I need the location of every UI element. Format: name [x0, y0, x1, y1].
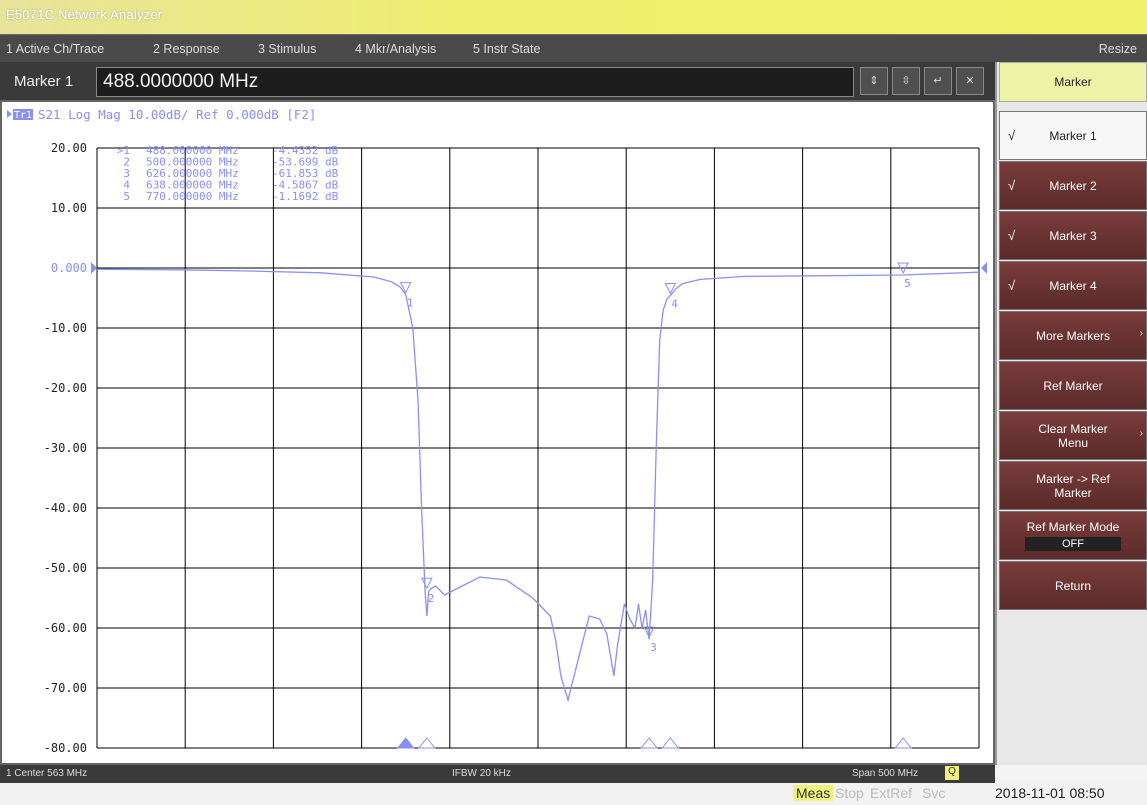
- date-time: 2018-11-01 08:50: [995, 785, 1105, 801]
- submenu-arrow-icon: ›: [1139, 428, 1143, 439]
- y-tick-label: -50.00: [44, 561, 87, 575]
- if-bandwidth: IFBW 20 kHz: [452, 768, 511, 779]
- window-title-bar: E5071C Network Analyzer: [0, 0, 1147, 34]
- stimulus-marker-icon: [894, 737, 913, 749]
- softkey-marker-3[interactable]: √ Marker 3: [999, 211, 1147, 260]
- y-tick-label: -20.00: [44, 381, 87, 395]
- checkmark-icon: √: [1008, 178, 1016, 193]
- stimulus-marker-icon: [396, 737, 415, 749]
- menu-item-stimulus[interactable]: 3 Stimulus: [258, 42, 316, 56]
- menu-bar: 1 Active Ch/Trace 2 Response 3 Stimulus …: [0, 34, 1147, 63]
- spin-up-down-icon[interactable]: ⇕: [860, 67, 888, 95]
- marker-label: 4: [671, 298, 678, 311]
- window-title: E5071C Network Analyzer: [6, 7, 163, 22]
- y-tick-label: -40.00: [44, 501, 87, 515]
- softkey-marker-to-ref-marker[interactable]: Marker -> Ref Marker: [999, 461, 1147, 510]
- ref-marker-mode-value: OFF: [1025, 537, 1121, 551]
- resize-button[interactable]: Resize: [1099, 42, 1137, 56]
- softkey-marker-2[interactable]: √ Marker 2: [999, 161, 1147, 210]
- q-indicator: Q: [945, 766, 959, 780]
- active-trace-arrow-icon: [7, 110, 12, 118]
- marker-entry-bar: Marker 1 488.0000000 MHz ⇕ ⇳ ↵ ✕: [0, 62, 995, 100]
- y-tick-label: -70.00: [44, 681, 87, 695]
- marker-entry-label: Marker 1: [14, 73, 74, 90]
- y-tick-label: 10.00: [51, 201, 87, 215]
- meas-indicator: Meas: [793, 785, 834, 801]
- marker-table-value: -1.1692 dB: [272, 190, 339, 203]
- marker-triangle-icon: [421, 577, 433, 590]
- marker-label: 3: [650, 641, 657, 654]
- trace-number: Tr1: [14, 110, 32, 121]
- softkey-menu-title: Marker: [999, 62, 1147, 102]
- y-tick-label: 0.000: [51, 261, 87, 275]
- system-status-bar: Meas Stop ExtRef Svc 2018-11-01 08:50: [0, 783, 1147, 805]
- extref-indicator: ExtRef: [870, 785, 913, 801]
- softkey-ref-marker-mode[interactable]: Ref Marker Mode OFF: [999, 511, 1147, 560]
- enter-icon[interactable]: ↵: [924, 67, 952, 95]
- checkmark-icon: √: [1008, 228, 1016, 243]
- marker-label: 2: [428, 592, 435, 605]
- ref-level-right-arrow-icon: [981, 262, 987, 274]
- channel-status-bar: 1 Center 563 MHz IFBW 20 kHz Span 500 MH…: [0, 765, 995, 783]
- close-icon[interactable]: ✕: [956, 67, 984, 95]
- marker-label: 1: [407, 297, 414, 310]
- stimulus-markers: [396, 737, 913, 749]
- stimulus-marker-icon: [417, 737, 436, 749]
- measurement-display: 20.00 10.00 0.000 -10.00 -20.00 -30.00 -40.00 -…: [0, 100, 995, 765]
- trace-header: Tr1 S21 Log Mag 10.00dB/ Ref 0.000dB [F2]: [7, 107, 316, 122]
- softkey-clear-marker-menu[interactable]: Clear Marker Menu ›: [999, 411, 1147, 460]
- menu-item-response[interactable]: 2 Response: [153, 42, 220, 56]
- menu-item-active-ch-trace[interactable]: 1 Active Ch/Trace: [6, 42, 104, 56]
- marker-table-frequency: 770.000000 MHz: [146, 190, 239, 203]
- y-tick-label: -30.00: [44, 441, 87, 455]
- trace-header-text: S21 Log Mag 10.00dB/ Ref 0.000dB [F2]: [38, 107, 316, 122]
- stimulus-marker-icon: [661, 737, 680, 749]
- trace-plot: 20.00 10.00 0.000 -10.00 -20.00 -30.00 -40.00 -…: [7, 107, 987, 755]
- plot-grid: [96, 147, 980, 749]
- marker-label: 5: [904, 277, 911, 290]
- span-frequency: Span 500 MHz: [852, 768, 919, 779]
- y-tick-label: -10.00: [44, 321, 87, 335]
- stimulus-marker-icon: [640, 737, 659, 749]
- softkey-ref-marker[interactable]: Ref Marker: [999, 361, 1147, 410]
- y-tick-label: -80.00: [44, 741, 87, 755]
- center-frequency: 1 Center 563 MHz: [6, 768, 88, 779]
- menu-item-instr-state[interactable]: 5 Instr State: [473, 42, 540, 56]
- softkey-panel: Marker √ Marker 1 √ Marker 2 √ Marker 3 √ Ma…: [995, 62, 1147, 765]
- softkey-marker-1[interactable]: √ Marker 1: [999, 111, 1147, 160]
- submenu-arrow-icon: ›: [1139, 328, 1143, 339]
- y-tick-label: 20.00: [51, 141, 87, 155]
- checkmark-icon: √: [1008, 128, 1016, 143]
- softkey-marker-4[interactable]: √ Marker 4: [999, 261, 1147, 310]
- marker-frequency-value: 488.0000000 MHz: [103, 71, 259, 92]
- step-up-down-icon[interactable]: ⇳: [892, 67, 920, 95]
- stop-indicator: Stop: [835, 785, 864, 801]
- marker-triangle-icon: [399, 282, 412, 294]
- softkey-more-markers[interactable]: More Markers ›: [999, 311, 1147, 360]
- ref-level-left-arrow-icon: [91, 262, 97, 274]
- y-tick-label: -60.00: [44, 621, 87, 635]
- menu-item-mkr-analysis[interactable]: 4 Mkr/Analysis: [355, 42, 436, 56]
- marker-readout-table: >1 488.000000 MHz -4.4352 dB2 500.000000 MH…: [117, 144, 339, 203]
- checkmark-icon: √: [1008, 278, 1016, 293]
- marker-table-number: 5: [123, 190, 130, 203]
- svc-indicator: Svc: [922, 785, 946, 801]
- marker-frequency-input[interactable]: 488.0000000 MHz: [96, 67, 854, 97]
- softkey-return[interactable]: Return: [999, 561, 1147, 610]
